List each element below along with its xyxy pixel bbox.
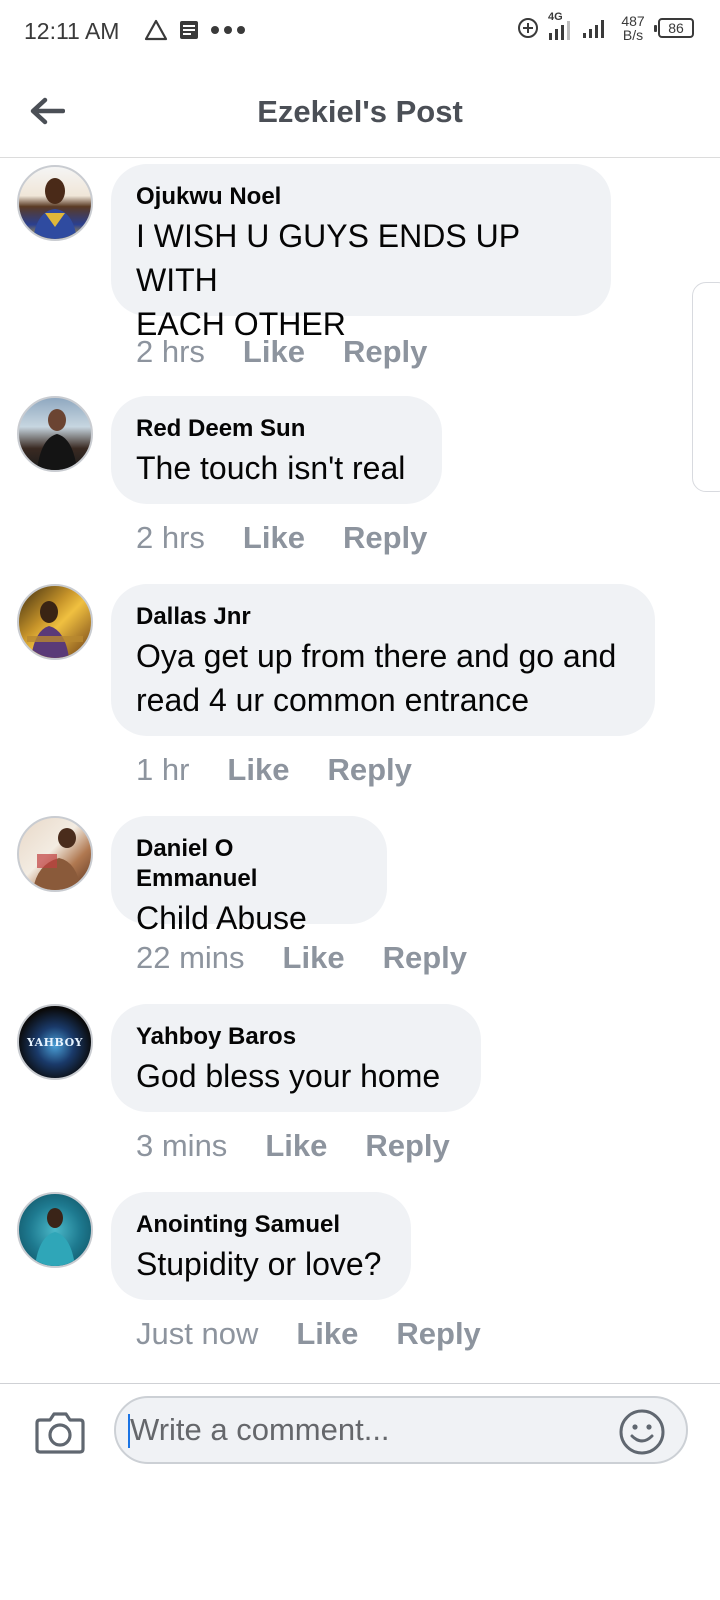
comment-author[interactable]: Anointing Samuel [136, 1210, 385, 1240]
post-header: Ezekiel's Post [0, 64, 720, 158]
reply-button[interactable]: Reply [327, 752, 411, 788]
like-button[interactable]: Like [243, 520, 305, 556]
text-cursor [128, 1414, 130, 1448]
message-icon [180, 21, 198, 39]
comment-text-line: Oya get up from there and go and [136, 638, 617, 674]
comment-author[interactable]: Dallas Jnr [136, 602, 629, 632]
comment-time: 3 mins [136, 1128, 228, 1163]
comment-bubble[interactable]: Daniel O Emmanuel Child Abuse [111, 816, 387, 936]
comment-actions: 2 hrs Like Reply [136, 520, 427, 556]
comment-text-line: I WISH U GUYS ENDS UP WITH [136, 218, 520, 298]
comment-time: 22 mins [136, 940, 245, 975]
reply-button[interactable]: Reply [365, 1128, 449, 1164]
comment-actions: 2 hrs Like Reply [136, 334, 427, 370]
comment-bubble[interactable]: Red Deem Sun The touch isn't real [111, 396, 442, 504]
status-left-icons [144, 18, 246, 42]
avatar[interactable] [17, 165, 93, 241]
comment-author[interactable]: Daniel O Emmanuel [136, 834, 361, 894]
more-dots-icon [211, 26, 245, 34]
comment-author[interactable]: Yahboy Baros [136, 1022, 455, 1052]
comment-text-line: Stupidity or love? [136, 1246, 382, 1282]
comment-author[interactable]: Ojukwu Noel [136, 182, 585, 212]
smiley-icon [619, 1409, 665, 1455]
network-signal: 4G [548, 11, 574, 41]
comment-text-line: The touch isn't real [136, 450, 406, 486]
comment-bubble[interactable]: Dallas Jnr Oya get up from there and go … [111, 584, 655, 736]
battery-level: 86 [668, 20, 684, 36]
comment-actions: 22 mins Like Reply [136, 940, 467, 976]
comment-bubble[interactable]: Anointing Samuel Stupidity or love? [111, 1192, 411, 1300]
speed-value: 487 [621, 13, 645, 29]
comment-text-line: Child Abuse [136, 900, 307, 936]
avatar-logo-text: YAHBOY [26, 1035, 83, 1049]
battery-icon: 86 [654, 18, 694, 38]
emoji-button[interactable] [618, 1408, 666, 1456]
comment-time: 2 hrs [136, 520, 205, 555]
data-saver-icon [518, 18, 538, 38]
comment-input[interactable] [114, 1396, 688, 1464]
like-button[interactable]: Like [296, 1316, 358, 1352]
avatar[interactable]: YAHBOY [17, 1004, 93, 1080]
comment-bubble[interactable]: Yahboy Baros God bless your home [111, 1004, 481, 1112]
side-panel-handle[interactable] [692, 282, 720, 492]
like-button[interactable]: Like [265, 1128, 327, 1164]
warning-triangle-icon [144, 19, 168, 41]
camera-icon [35, 1412, 85, 1454]
signal-bars-2-icon [583, 20, 604, 38]
comment-time: 2 hrs [136, 334, 205, 369]
comment-text-line: read 4 ur common entrance [136, 682, 530, 718]
comment-actions: Just now Like Reply [136, 1316, 481, 1352]
reply-button[interactable]: Reply [396, 1316, 480, 1352]
camera-button[interactable] [34, 1408, 86, 1456]
network-speed: 487 B/s [616, 14, 650, 42]
like-button[interactable]: Like [243, 334, 305, 370]
speed-unit: B/s [622, 27, 644, 43]
status-bar: 12:11 AM 4G 487 B/s 86 [0, 0, 720, 64]
comment-composer [0, 1383, 720, 1493]
network-type: 4G [548, 11, 563, 23]
avatar[interactable] [17, 816, 93, 892]
comment-time: Just now [136, 1316, 259, 1351]
comment-author[interactable]: Red Deem Sun [136, 414, 416, 444]
like-button[interactable]: Like [283, 940, 345, 976]
avatar[interactable] [17, 1192, 93, 1268]
page-title: Ezekiel's Post [257, 94, 463, 129]
comment-actions: 3 mins Like Reply [136, 1128, 450, 1164]
comment-actions: 1 hr Like Reply [136, 752, 412, 788]
reply-button[interactable]: Reply [383, 940, 467, 976]
reply-button[interactable]: Reply [343, 334, 427, 370]
avatar[interactable] [17, 584, 93, 660]
comment-bubble[interactable]: Ojukwu Noel I WISH U GUYS ENDS UP WITH E… [111, 164, 611, 342]
avatar[interactable] [17, 396, 93, 472]
comment-time: 1 hr [136, 752, 190, 787]
comment-text-line: God bless your home [136, 1058, 441, 1094]
status-time: 12:11 AM [24, 18, 120, 44]
status-right-icons: 4G 487 B/s 86 [516, 11, 694, 42]
like-button[interactable]: Like [227, 752, 289, 788]
reply-button[interactable]: Reply [343, 520, 427, 556]
